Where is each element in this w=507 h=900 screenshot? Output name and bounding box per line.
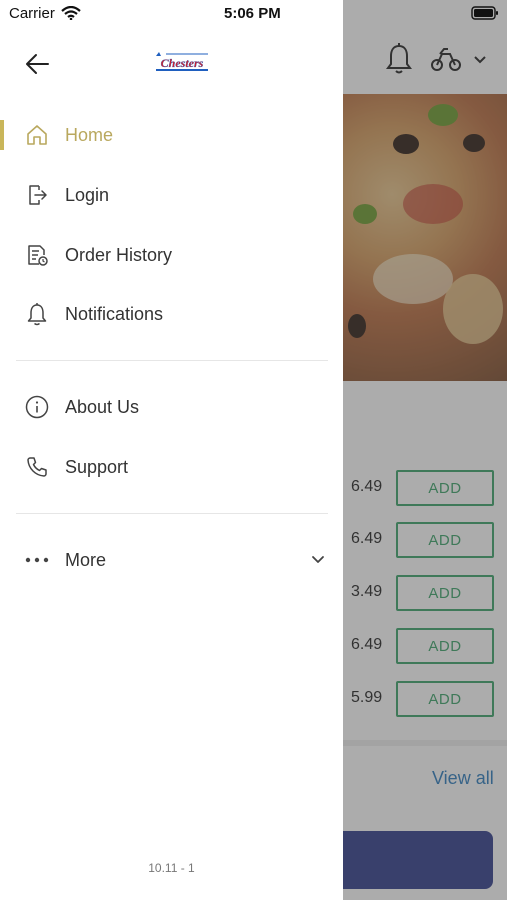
carrier-label: Carrier <box>9 5 55 22</box>
info-icon <box>24 394 50 420</box>
app-version: 10.11 - 1 <box>148 861 195 875</box>
battery-icon <box>471 6 498 20</box>
drawer-item-support[interactable]: Support <box>0 442 343 492</box>
drawer-item-label: Support <box>65 456 129 477</box>
drawer-scrim[interactable] <box>343 0 507 900</box>
back-arrow-icon[interactable] <box>24 50 52 78</box>
drawer-divider <box>16 360 328 361</box>
svg-text:Chesters: Chesters <box>161 56 204 70</box>
side-drawer: Chesters Home Login Order History Notifi… <box>0 0 343 900</box>
drawer-item-label: About Us <box>65 396 140 417</box>
login-icon <box>24 182 50 208</box>
drawer-item-label: Order History <box>65 244 173 265</box>
status-bar: Carrier 5:06 PM <box>0 0 507 28</box>
drawer-item-label: Login <box>65 184 110 205</box>
drawer-item-about-us[interactable]: About Us <box>0 382 343 432</box>
chevron-down-icon[interactable] <box>310 554 326 566</box>
chesters-logo: Chesters <box>156 52 208 71</box>
clock: 5:06 PM <box>224 5 281 22</box>
drawer-item-more[interactable]: More <box>0 535 343 585</box>
home-icon <box>24 122 50 148</box>
active-indicator <box>0 120 4 150</box>
drawer-item-order-history[interactable]: Order History <box>0 230 343 280</box>
drawer-item-notifications[interactable]: Notifications <box>0 289 343 339</box>
wifi-icon <box>61 6 81 20</box>
drawer-item-login[interactable]: Login <box>0 170 343 220</box>
drawer-item-home[interactable]: Home <box>0 110 343 160</box>
phone-icon <box>24 454 50 480</box>
drawer-item-label: Notifications <box>65 303 164 324</box>
order-history-icon <box>24 242 50 268</box>
drawer-divider <box>16 513 328 514</box>
more-dots-icon <box>24 547 50 573</box>
drawer-item-label: More <box>65 549 107 570</box>
bell-icon <box>24 301 50 327</box>
drawer-item-label: Home <box>65 124 114 145</box>
